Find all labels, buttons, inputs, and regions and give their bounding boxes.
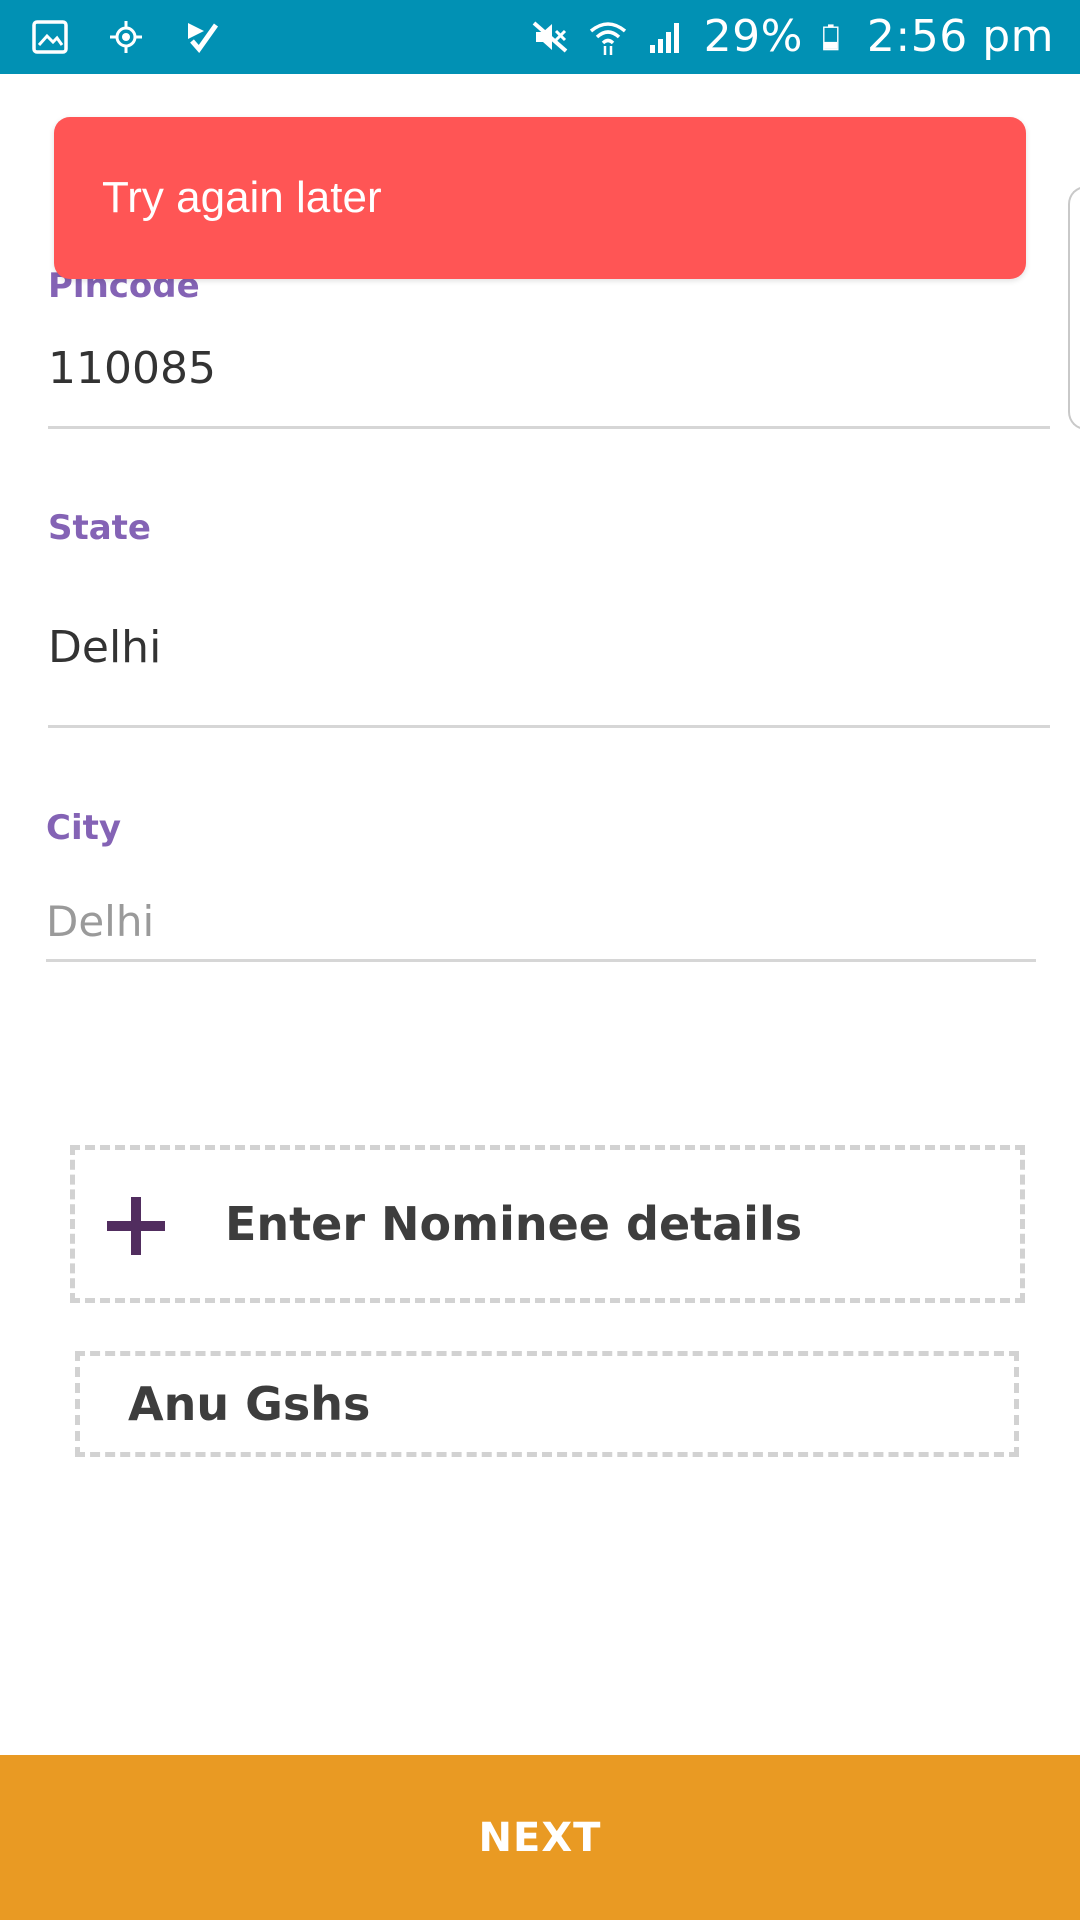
state-label: State: [48, 508, 151, 548]
city-underline: [46, 959, 1036, 962]
battery-percent: 29%: [703, 11, 803, 62]
side-card-edge: [1068, 186, 1080, 430]
status-right: 29% 2:56 pm: [530, 0, 1054, 74]
toast-message: Try again later: [102, 173, 382, 222]
pincode-underline: [48, 426, 1050, 429]
location-icon: [110, 21, 142, 53]
clock: 2:56 pm: [866, 11, 1054, 62]
pincode-input[interactable]: 110085: [48, 343, 216, 394]
add-nominee-button[interactable]: Enter Nominee details: [70, 1145, 1025, 1303]
nominee-entry[interactable]: Anu Gshs: [75, 1351, 1019, 1457]
gallery-icon: [32, 20, 68, 54]
checkmark-app-icon: [188, 23, 219, 54]
mute-icon: [532, 21, 567, 53]
signal-icon: [649, 23, 679, 53]
state-select[interactable]: Delhi: [48, 622, 161, 673]
next-button[interactable]: NEXT: [0, 1755, 1080, 1920]
wifi-icon: [589, 22, 626, 55]
state-underline: [48, 725, 1050, 728]
plus-icon: [107, 1197, 165, 1255]
city-label: City: [46, 808, 122, 848]
error-toast: Try again later: [54, 117, 1026, 279]
nominee-name: Anu Gshs: [128, 1377, 371, 1431]
battery-icon: [823, 24, 839, 51]
add-nominee-label: Enter Nominee details: [225, 1197, 803, 1251]
status-bar: 29% 2:56 pm: [0, 0, 1080, 74]
city-input[interactable]: Delhi: [46, 897, 154, 946]
status-left: [30, 0, 222, 74]
